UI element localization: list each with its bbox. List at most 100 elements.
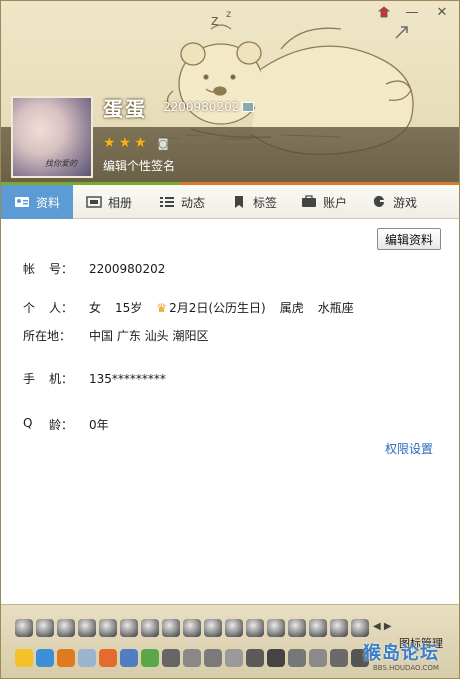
- location-label: 所在地：: [23, 329, 72, 343]
- account-label: 帐: [23, 262, 36, 276]
- qage-label: Q: [23, 416, 33, 430]
- avatar[interactable]: 找你爱的: [11, 96, 93, 178]
- tab-album[interactable]: 相册: [73, 185, 145, 219]
- edit-profile-button[interactable]: 编辑资料: [377, 228, 441, 250]
- star-icon: ★: [118, 135, 132, 151]
- phone-label: 手: [23, 372, 36, 386]
- badge-icon[interactable]: [57, 619, 75, 637]
- chat-icon[interactable]: [204, 649, 222, 667]
- tab-label: 游戏: [392, 195, 417, 210]
- eye-icon[interactable]: [288, 649, 306, 667]
- music-icon[interactable]: [120, 649, 138, 667]
- badge-icon[interactable]: [141, 619, 159, 637]
- badge-icon[interactable]: [330, 619, 348, 637]
- phone-label: 机：: [48, 372, 73, 386]
- service-icon-row: [15, 649, 369, 667]
- account-row: 帐号： 2200980202: [23, 260, 179, 277]
- bookmark-icon: [234, 196, 243, 208]
- badge-icon[interactable]: [15, 619, 33, 637]
- badge-icon[interactable]: [351, 619, 369, 637]
- home-icon[interactable]: [141, 649, 159, 667]
- tab-games[interactable]: 游戏: [359, 185, 429, 219]
- skin-icon[interactable]: [373, 3, 395, 21]
- qq-show-icon[interactable]: [36, 649, 54, 667]
- constellation-value: 水瓶座: [317, 301, 354, 315]
- birthday-value: 2月2日(公历生日): [169, 301, 266, 315]
- badge-icon[interactable]: [267, 619, 285, 637]
- share-arrow-icon[interactable]: [393, 23, 411, 41]
- age-value: 15岁: [115, 301, 143, 315]
- watermark-url: BBS.HOUDAO.COM: [373, 664, 439, 672]
- video-icon[interactable]: [309, 649, 327, 667]
- nickname: 蛋蛋: [103, 97, 147, 121]
- photo-album-icon: [86, 196, 102, 208]
- badge-icon[interactable]: [120, 619, 138, 637]
- tab-label: 账户: [322, 195, 347, 210]
- camera-icon[interactable]: [183, 649, 201, 667]
- signature-edit[interactable]: 编辑个性签名: [103, 157, 175, 174]
- badge-icon[interactable]: [225, 619, 243, 637]
- avatar-text: 找你爱的: [45, 159, 77, 168]
- star-service-icon[interactable]: [15, 649, 33, 667]
- game-icon: [373, 195, 384, 207]
- location-value: 中国 广东 汕头 潮阳区: [89, 329, 209, 343]
- mail-icon[interactable]: [242, 102, 254, 112]
- minimize-button[interactable]: —: [401, 3, 423, 21]
- level-stars[interactable]: ★ ★ ★ ◙: [103, 135, 168, 151]
- badge-icon[interactable]: [288, 619, 306, 637]
- qq-number: 2200980202: [163, 100, 240, 114]
- badge-icon[interactable]: [183, 619, 201, 637]
- app-icon[interactable]: [162, 649, 180, 667]
- cup-icon[interactable]: [330, 649, 348, 667]
- star-icon: ★: [103, 135, 116, 151]
- close-button[interactable]: ✕: [431, 3, 453, 21]
- tab-tags[interactable]: 标签: [219, 185, 289, 219]
- zodiac-value: 属虎: [279, 301, 304, 315]
- level-badge-icon: ◙: [157, 137, 169, 150]
- account-label: 号：: [48, 262, 73, 276]
- profile-tabs: 资料 相册 动态 标签 账户 游戏: [1, 185, 459, 219]
- phone-value: 135*********: [89, 371, 166, 386]
- profile-header: z z — ✕ 找你爱的 蛋蛋 2200980202 ★ ★ ★ ◙ 编辑个性签…: [1, 1, 459, 185]
- location-row: 所在地： 中国 广东 汕头 潮阳区: [23, 327, 222, 344]
- account-value: 2200980202: [89, 261, 166, 276]
- person-label: 人：: [48, 301, 73, 315]
- badge-icon[interactable]: [78, 619, 96, 637]
- bag-icon[interactable]: [225, 649, 243, 667]
- penguin-icon[interactable]: [57, 649, 75, 667]
- badge-icon[interactable]: [204, 619, 222, 637]
- svg-text:z: z: [211, 13, 218, 29]
- badge-icon[interactable]: [162, 619, 180, 637]
- badge-icon[interactable]: [99, 619, 117, 637]
- qage-value: 0年: [89, 418, 109, 432]
- person-row: 个人： 女 15岁 ♛ 2月2日(公历生日) 属虎 水瓶座: [23, 299, 368, 316]
- badge-icon[interactable]: [36, 619, 54, 637]
- permission-settings-link[interactable]: 权限设置: [385, 440, 433, 457]
- badge-icon[interactable]: [246, 619, 264, 637]
- wallet-icon: [301, 195, 316, 207]
- tab-feed[interactable]: 动态: [145, 185, 219, 219]
- gender-value: 女: [89, 301, 102, 315]
- badge-icon[interactable]: [309, 619, 327, 637]
- tab-label: 标签: [252, 195, 277, 210]
- profile-card-icon: [14, 197, 29, 207]
- tab-label: 资料: [35, 195, 60, 210]
- mail-service-icon[interactable]: [78, 649, 96, 667]
- film-icon[interactable]: [267, 649, 285, 667]
- tab-profile[interactable]: 资料: [1, 185, 73, 219]
- tab-label: 动态: [180, 195, 205, 210]
- pet-icon[interactable]: [99, 649, 117, 667]
- phone-row: 手机： 135*********: [23, 370, 180, 387]
- watermark-logo: 猴岛论坛: [363, 643, 439, 664]
- icon-page-arrows[interactable]: ◀ ▶: [373, 621, 392, 632]
- profile-window: z z — ✕ 找你爱的 蛋蛋 2200980202 ★ ★ ★ ◙ 编辑个性签…: [0, 0, 460, 679]
- tab-label: 相册: [107, 195, 132, 210]
- qage-row: Q 龄： 0年: [23, 416, 123, 433]
- qage-label: 龄：: [48, 418, 73, 432]
- person-label: 个: [23, 301, 36, 315]
- crown-icon: ♛: [156, 300, 168, 315]
- svg-text:z: z: [226, 9, 231, 20]
- tab-account[interactable]: 账户: [289, 185, 359, 219]
- star-icon: ★: [134, 135, 147, 151]
- shield-icon[interactable]: [246, 649, 264, 667]
